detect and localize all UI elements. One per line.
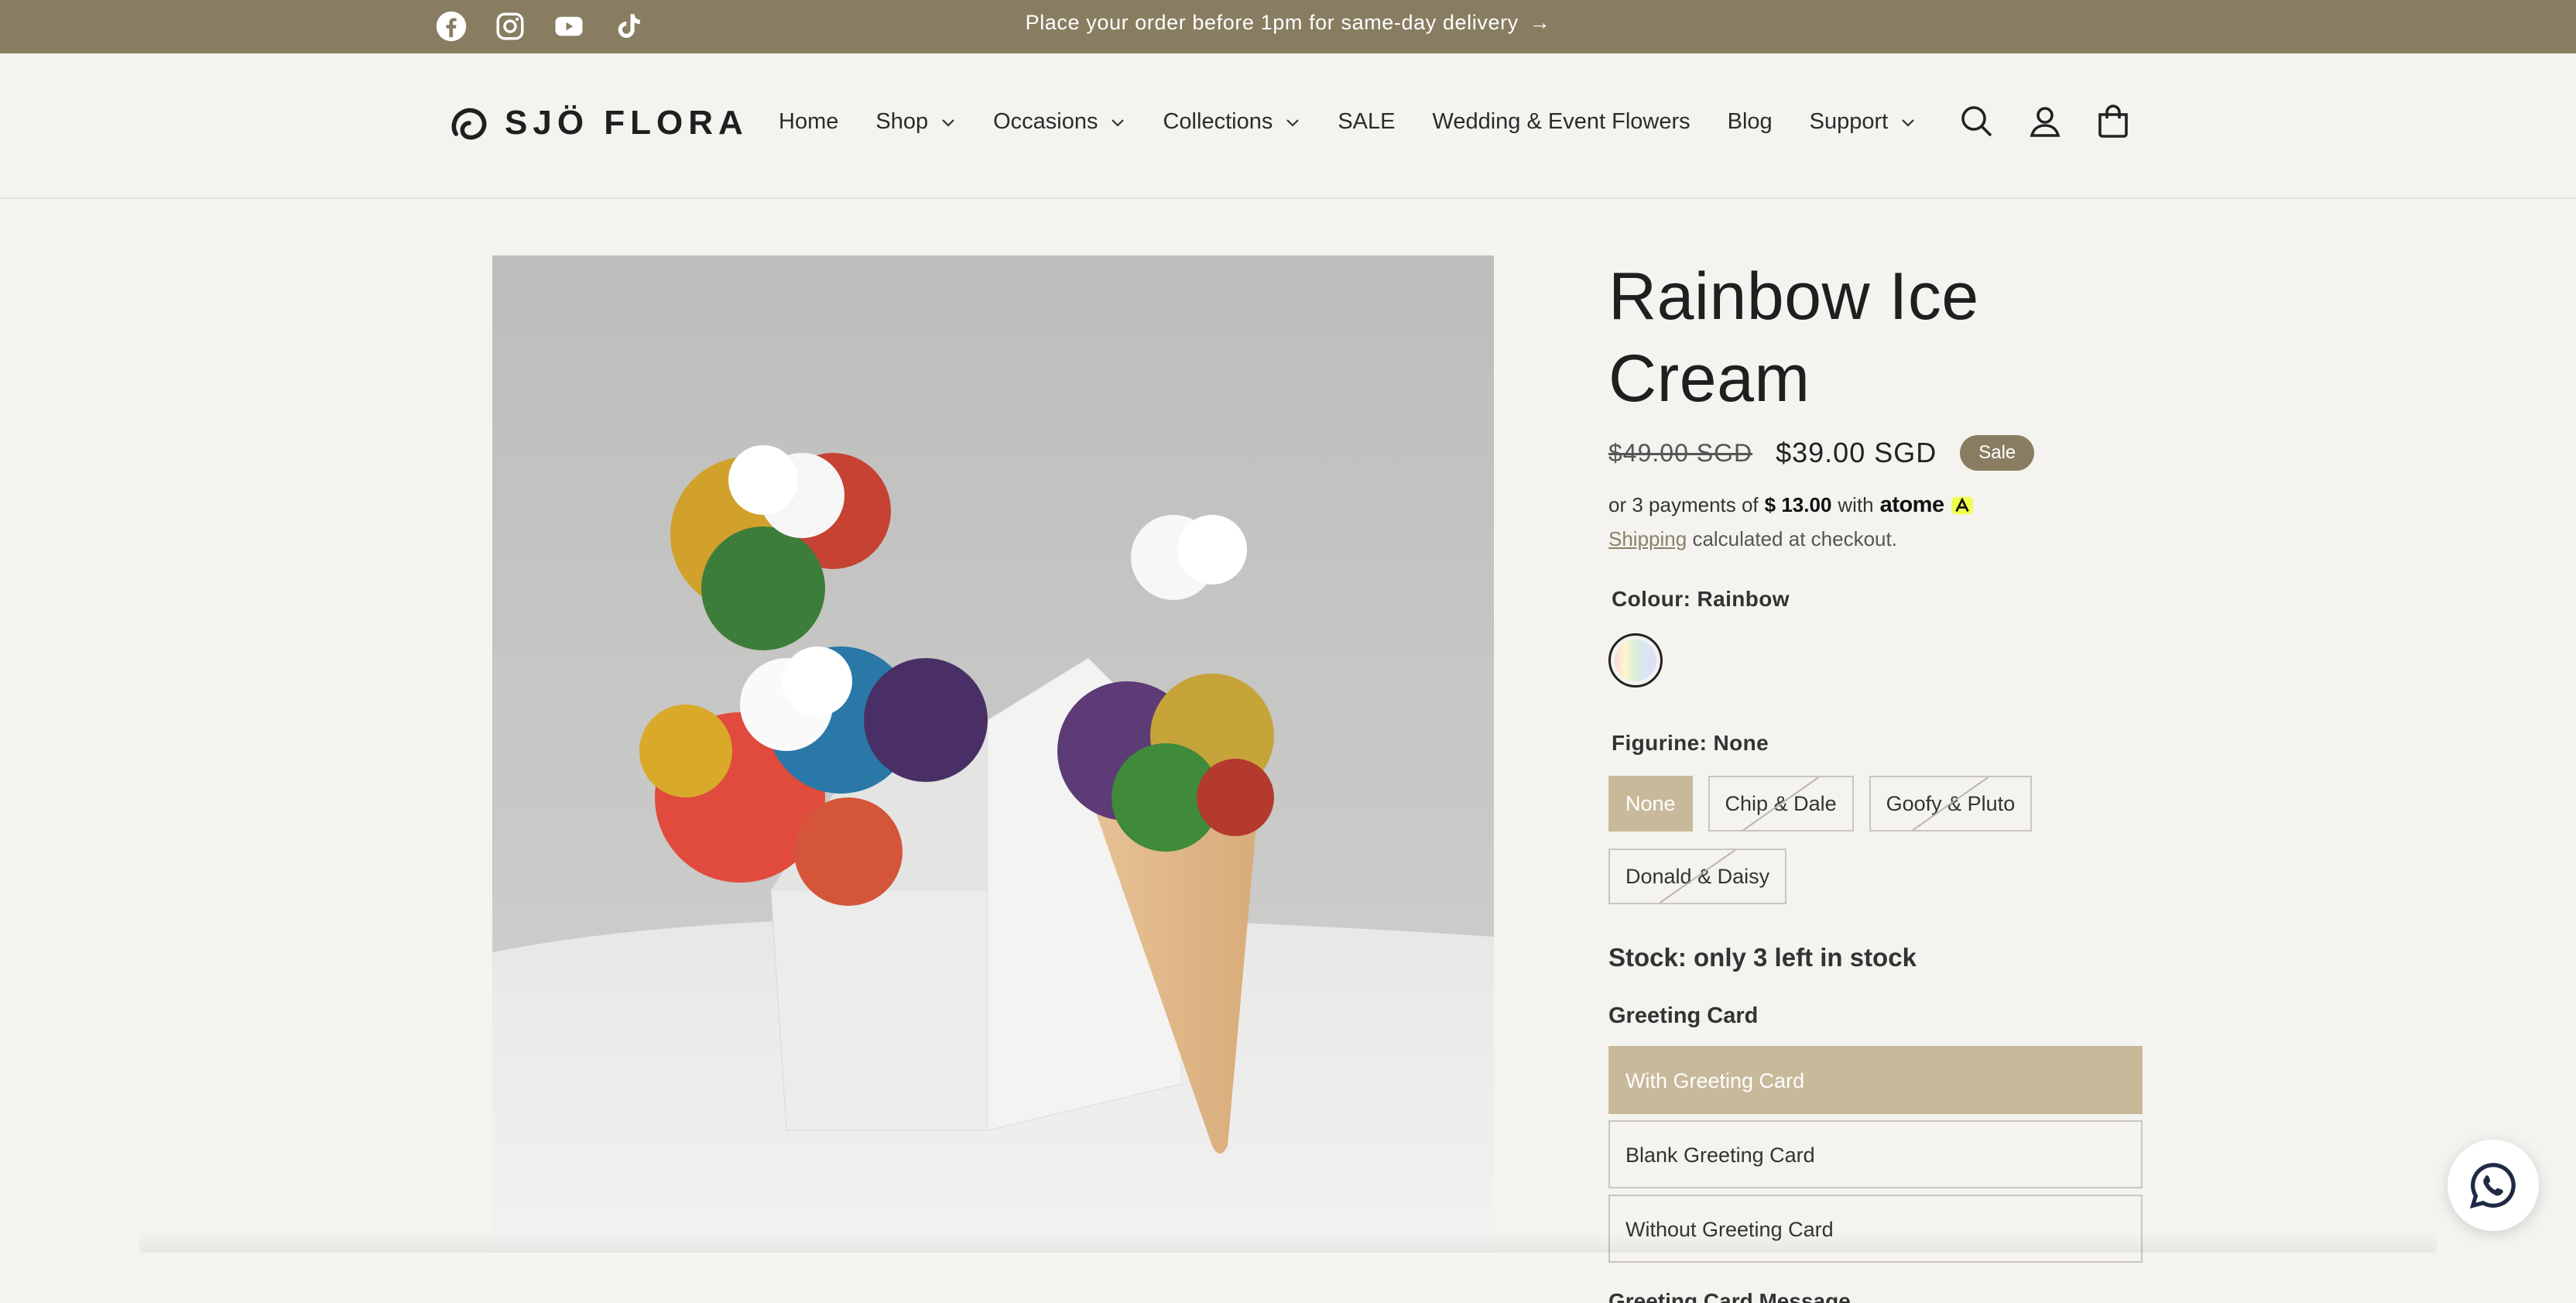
nav-item-support[interactable]: Support [1810, 109, 1917, 135]
announcement-link[interactable]: Place your order before 1pm for same-day… [0, 10, 2576, 35]
stock-status: Stock: only 3 left in stock [1608, 943, 1917, 972]
installments-info[interactable]: or 3 payments of $ 13.00 with atome [1608, 492, 2143, 518]
logo[interactable]: SJÖ FLORA [447, 101, 748, 145]
nav-item-wedding[interactable]: Wedding & Event Flowers [1433, 109, 1690, 135]
atome-logo: atome [1879, 492, 1944, 517]
search-icon[interactable] [1958, 103, 1995, 140]
main-nav: Home Shop Occasions Collections SALE Wed… [779, 109, 1916, 135]
installments-amount: $ 13.00 [1764, 493, 1832, 516]
nav-label: SALE [1338, 109, 1396, 134]
figurine-none[interactable]: None [1608, 776, 1693, 832]
account-icon[interactable] [2026, 103, 2064, 140]
nav-label: Support [1809, 109, 1889, 134]
figurine-option: Figurine: None None Chip & Dale Goofy & … [1608, 731, 2143, 904]
chevron-down-icon [942, 118, 954, 127]
announcement-bar: Place your order before 1pm for same-day… [0, 0, 2576, 53]
nav-label: Blog [1727, 109, 1773, 134]
greeting-message-label: Greeting Card Message [1608, 1289, 1851, 1303]
whatsapp-chat-button[interactable] [2448, 1140, 2539, 1231]
whatsapp-icon [2469, 1163, 2516, 1209]
sale-price: $39.00 SGD [1776, 437, 1937, 468]
figurine-options: None Chip & Dale Goofy & Pluto Donald & … [1608, 776, 2104, 904]
site-header: SJÖ FLORA Home Shop Occasions Collection… [0, 53, 2576, 199]
product-photo [492, 255, 1494, 1253]
product-image[interactable] [492, 255, 1494, 1253]
figurine-chip-dale[interactable]: Chip & Dale [1708, 776, 1854, 832]
nav-item-occasions[interactable]: Occasions [993, 109, 1125, 135]
bottom-shadow [139, 1231, 2437, 1253]
nav-item-shop[interactable]: Shop [875, 109, 956, 135]
nav-label: Home [779, 109, 839, 134]
cart-icon[interactable] [2095, 103, 2132, 140]
installments-with: with [1838, 493, 1874, 516]
nav-label: Shop [875, 109, 929, 134]
nav-item-blog[interactable]: Blog [1728, 109, 1773, 135]
regular-price: $49.00 SGD [1608, 438, 1753, 467]
chevron-down-icon [1112, 118, 1125, 127]
colour-option: Colour: Rainbow [1608, 587, 2143, 688]
shipping-note: Shipping calculated at checkout. [1608, 527, 2143, 551]
logo-mark-icon [451, 108, 487, 140]
nav-label: Occasions [993, 109, 1098, 134]
product-info: Rainbow Ice Cream $49.00 SGD $39.00 SGD … [1608, 255, 2143, 1303]
greeting-blank-card[interactable]: Blank Greeting Card [1608, 1120, 2143, 1188]
nav-item-sale[interactable]: SALE [1338, 109, 1395, 135]
shipping-text: calculated at checkout. [1692, 527, 1897, 550]
chevron-down-icon [1286, 118, 1300, 127]
nav-item-home[interactable]: Home [779, 109, 838, 135]
atome-logo-icon [1951, 496, 1973, 514]
greeting-card-label: Greeting Card [1608, 1003, 1759, 1028]
figurine-goofy-pluto[interactable]: Goofy & Pluto [1869, 776, 2033, 832]
installments-prefix: or 3 payments of [1608, 493, 1759, 516]
nav-label: Wedding & Event Flowers [1432, 109, 1690, 134]
greeting-with-card[interactable]: With Greeting Card [1608, 1046, 2143, 1114]
swatch-fill [1615, 639, 1656, 681]
nav-item-collections[interactable]: Collections [1163, 109, 1300, 135]
figurine-donald-daisy[interactable]: Donald & Daisy [1608, 849, 1787, 904]
colour-swatch-rainbow[interactable] [1608, 633, 1663, 688]
figurine-label: Figurine: None [1612, 731, 1769, 755]
announcement-text: Place your order before 1pm for same-day… [1025, 11, 1519, 34]
header-icons [1958, 103, 2132, 140]
colour-label: Colour: Rainbow [1612, 587, 1790, 611]
chevron-down-icon [1902, 118, 1915, 127]
logo-text: SJÖ FLORA [505, 104, 748, 142]
nav-label: Collections [1163, 109, 1273, 134]
arrow-right-icon: → [1529, 11, 1551, 34]
sale-badge: Sale [1960, 435, 2035, 471]
price-row: $49.00 SGD $39.00 SGD Sale [1608, 435, 2143, 471]
shipping-link[interactable]: Shipping [1608, 527, 1687, 550]
product-title: Rainbow Ice Cream [1608, 259, 1979, 416]
greeting-card-options: With Greeting Card Blank Greeting Card W… [1608, 1046, 2143, 1263]
